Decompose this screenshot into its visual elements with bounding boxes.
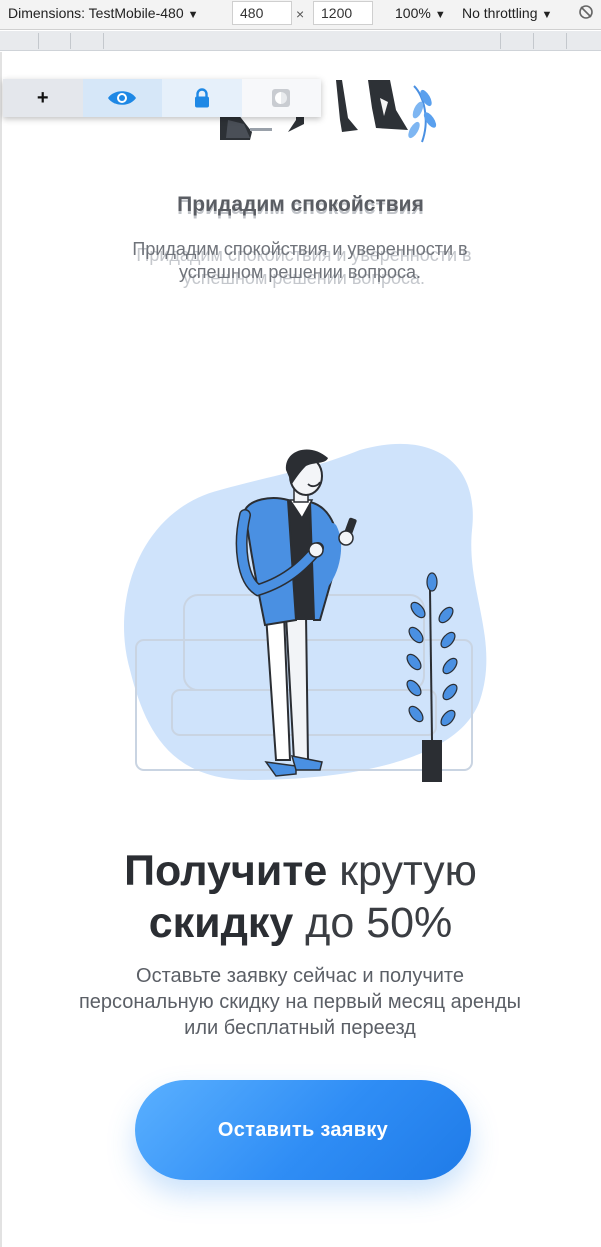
contrast-button[interactable] xyxy=(241,79,321,117)
chevron-down-icon: ▼ xyxy=(187,9,199,21)
width-input[interactable]: 480 xyxy=(232,1,292,25)
zoom-dropdown[interactable]: 100% ▼ xyxy=(395,5,446,21)
ruler-tick xyxy=(566,33,567,49)
plus-button[interactable]: + xyxy=(3,79,83,117)
zoom-label: 100% xyxy=(395,5,431,21)
chevron-down-icon: ▼ xyxy=(434,9,446,21)
headline-light-2: до 50% xyxy=(305,899,453,947)
plus-icon: + xyxy=(36,86,49,109)
headline-light-1: крутую xyxy=(339,847,477,895)
ruler-tick xyxy=(500,33,501,49)
ruler-tick xyxy=(103,33,104,49)
lock-icon xyxy=(194,88,209,108)
eye-button[interactable] xyxy=(82,79,162,117)
submit-request-button[interactable]: Оставить заявку xyxy=(135,1080,471,1180)
headline-line-2: скидку до 50% xyxy=(0,897,601,949)
section-title: Придадим спокойствия xyxy=(177,193,424,216)
throttling-dropdown[interactable]: No throttling ▼ xyxy=(462,5,552,21)
ruler-tick xyxy=(70,33,71,49)
headline-bold-1: Получите xyxy=(124,847,328,895)
eye-icon xyxy=(108,91,137,105)
man-with-phone-illustration xyxy=(124,443,487,782)
dimensions-dropdown[interactable]: Dimensions: TestMobile-480 ▼ xyxy=(8,5,199,21)
promo-headline: Получите крутую скидку до 50% xyxy=(0,845,601,949)
accessibility-toolbar: + xyxy=(3,79,321,117)
media-query-ruler[interactable] xyxy=(0,31,601,51)
headline-line-1: Получите крутую xyxy=(0,845,601,897)
ruler-tick xyxy=(533,33,534,49)
ruler-tick xyxy=(38,33,39,49)
height-input[interactable]: 1200 xyxy=(313,1,373,25)
times-sign: × xyxy=(296,6,305,22)
throttling-label: No throttling xyxy=(462,5,538,21)
lock-button[interactable] xyxy=(162,79,242,117)
rotate-icon[interactable] xyxy=(577,3,595,21)
submit-request-label: Оставить заявку xyxy=(217,1118,389,1141)
headline-bold-2: скидку xyxy=(148,899,294,947)
section-description: Придадим спокойствия и уверенности в усп… xyxy=(132,239,468,282)
chevron-down-icon: ▼ xyxy=(541,9,553,21)
promo-subtext: Оставьте заявку сейчас и получите персон… xyxy=(78,965,522,1039)
devtools-toolbar: Dimensions: TestMobile-480 ▼ 480 × 1200 1… xyxy=(0,0,601,30)
contrast-icon xyxy=(272,89,291,107)
dimensions-label: Dimensions: TestMobile-480 xyxy=(8,5,184,21)
